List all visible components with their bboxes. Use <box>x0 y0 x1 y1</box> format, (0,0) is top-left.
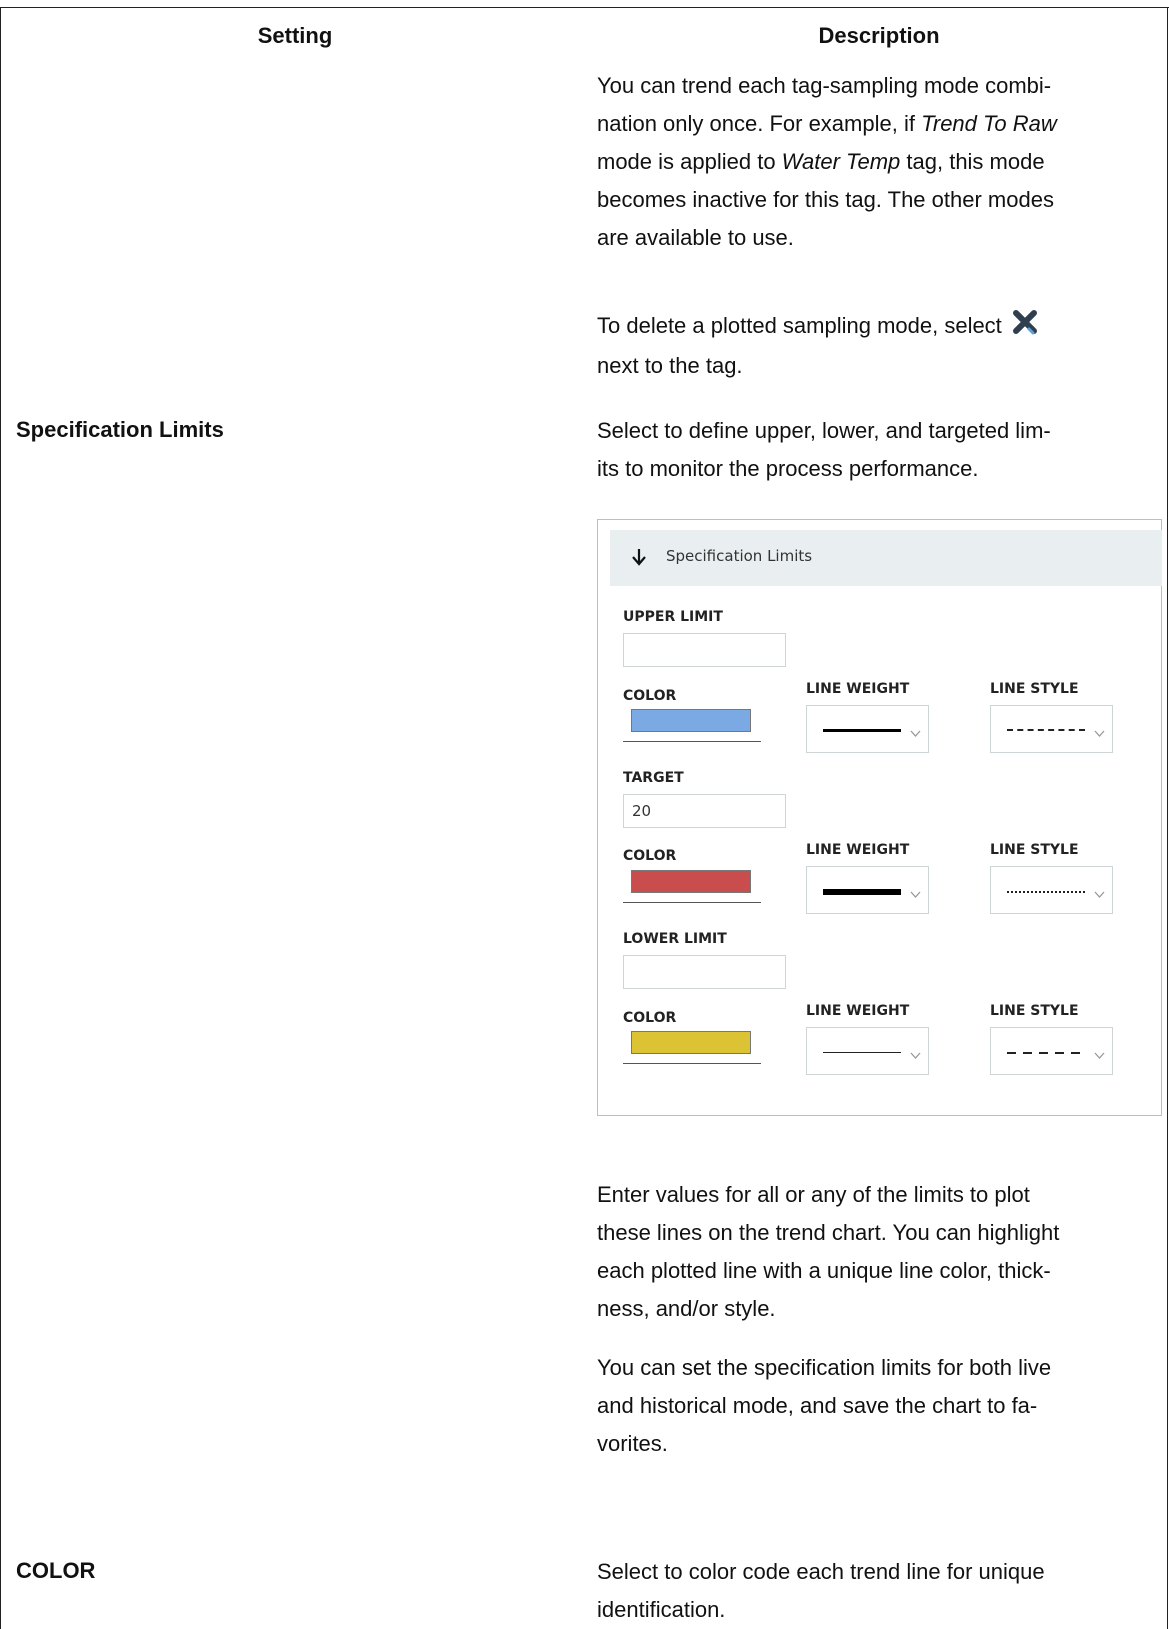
arrow-down-icon <box>632 548 646 570</box>
target-label: TARGET <box>623 770 684 786</box>
text-line: its to monitor the process performance. <box>597 456 979 481</box>
text-line: identification. <box>597 1597 726 1622</box>
lower-line-weight-select[interactable] <box>806 1027 929 1075</box>
upper-line-weight-select[interactable] <box>806 705 929 753</box>
lower-color-picker[interactable] <box>623 1031 761 1064</box>
target-color-swatch <box>631 870 751 893</box>
setting-color: COLOR <box>16 1558 96 1583</box>
upper-color-label: COLOR <box>623 688 677 704</box>
specification-limits-panel: Specification Limits UPPER LIMIT COLOR L… <box>597 519 1162 1116</box>
column-header-setting: Setting <box>257 23 333 48</box>
line-weight-sample <box>823 1052 901 1053</box>
delete-mode-paragraph: To delete a plotted sampling mode, selec… <box>597 307 1157 385</box>
text-line: Enter values for all or any of the limit… <box>597 1182 1030 1207</box>
chevron-down-icon <box>910 723 921 742</box>
color-description: Select to color code each trend line for… <box>597 1553 1157 1629</box>
text-line: ness, and/or style. <box>597 1296 776 1321</box>
text-line: and historical mode, and save the chart … <box>597 1393 1038 1418</box>
text-line: To delete a plotted sampling mode, selec… <box>597 307 1157 347</box>
lower-limit-label: LOWER LIMIT <box>623 931 727 947</box>
upper-line-style-label: LINE STYLE <box>990 681 1079 697</box>
text-line: becomes inactive for this tag. The other… <box>597 187 1054 212</box>
line-weight-sample <box>823 729 901 732</box>
upper-line-style-select[interactable] <box>990 705 1113 753</box>
chevron-down-icon <box>1094 723 1105 742</box>
limits-usage-paragraph: Enter values for all or any of the limit… <box>597 1176 1157 1328</box>
target-color-picker[interactable] <box>623 870 761 903</box>
text-line: mode is applied to Water Temp tag, this … <box>597 149 1045 174</box>
delete-x-icon[interactable] <box>1012 309 1038 347</box>
text-line: these lines on the trend chart. You can … <box>597 1220 1060 1245</box>
chevron-down-icon <box>910 884 921 903</box>
lower-color-swatch <box>631 1031 751 1054</box>
lower-color-label: COLOR <box>623 1010 677 1026</box>
sampling-mode-paragraph: You can trend each tag-sampling mode com… <box>597 67 1157 257</box>
table-right-border <box>1167 7 1168 1629</box>
target-line-weight-label: LINE WEIGHT <box>806 842 910 858</box>
table-top-border <box>0 7 1169 8</box>
lower-line-style-select[interactable] <box>990 1027 1113 1075</box>
line-style-sample <box>1007 729 1085 731</box>
target-line-style-label: LINE STYLE <box>990 842 1079 858</box>
upper-limit-label: UPPER LIMIT <box>623 609 723 625</box>
chevron-down-icon <box>1094 884 1105 903</box>
line-style-sample <box>1007 1052 1085 1054</box>
limits-save-paragraph: You can set the specification limits for… <box>597 1349 1157 1463</box>
line-weight-sample <box>823 889 901 895</box>
text-line: You can trend each tag-sampling mode com… <box>597 73 1052 98</box>
text-line: You can set the specification limits for… <box>597 1355 1052 1380</box>
text-line: nation only once. For example, if Trend … <box>597 111 1057 136</box>
upper-color-picker[interactable] <box>623 709 761 742</box>
lower-limit-input[interactable] <box>623 955 786 989</box>
chevron-down-icon <box>1094 1045 1105 1064</box>
text-line: Select to color code each trend line for… <box>597 1559 1045 1584</box>
text-line: vorites. <box>597 1431 668 1456</box>
upper-line-weight-label: LINE WEIGHT <box>806 681 910 697</box>
target-input[interactable]: 20 <box>623 794 786 828</box>
text-line: next to the tag. <box>597 353 743 378</box>
target-line-style-select[interactable] <box>990 866 1113 914</box>
specification-limits-intro: Select to define upper, lower, and targe… <box>597 412 1157 488</box>
column-header-description: Description <box>818 23 940 48</box>
text-line: Select to define upper, lower, and targe… <box>597 418 1051 443</box>
lower-line-style-label: LINE STYLE <box>990 1003 1079 1019</box>
panel-title: Specification Limits <box>666 547 813 565</box>
table-left-border <box>0 7 1 1629</box>
text-line: are available to use. <box>597 225 794 250</box>
text-line: each plotted line with a unique line col… <box>597 1258 1051 1283</box>
upper-color-swatch <box>631 709 751 732</box>
target-line-weight-select[interactable] <box>806 866 929 914</box>
lower-line-weight-label: LINE WEIGHT <box>806 1003 910 1019</box>
chevron-down-icon <box>910 1045 921 1064</box>
panel-header[interactable]: Specification Limits <box>610 530 1162 586</box>
setting-specification-limits: Specification Limits <box>16 417 224 442</box>
target-color-label: COLOR <box>623 848 677 864</box>
line-style-sample <box>1007 891 1085 893</box>
upper-limit-input[interactable] <box>623 633 786 667</box>
